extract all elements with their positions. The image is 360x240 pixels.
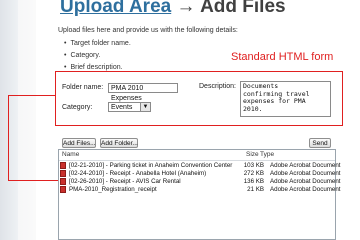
page-title: Upload Area → Add Files — [60, 0, 286, 18]
send-button[interactable]: Send — [309, 138, 331, 148]
requirement-item: Category. — [64, 50, 131, 62]
column-header-name[interactable]: Name — [62, 151, 79, 158]
category-label: Category: — [62, 104, 93, 111]
file-name: [02-21-2010] - Parking ticket in Anaheim… — [69, 162, 233, 169]
folder-name-label: Folder name: — [62, 84, 104, 91]
folder-name-input[interactable]: PMA 2010 Expenses — [108, 83, 178, 102]
header-divider — [59, 160, 335, 161]
add-files-button[interactable]: Add Files... — [62, 138, 96, 148]
file-type: Adobe Acrobat Document — [270, 170, 341, 177]
description-label: Description: — [199, 83, 236, 90]
chevron-down-icon[interactable]: ▼ — [140, 103, 150, 111]
file-name: [02-26-2010] - Receipt - AVIS Car Rental — [69, 178, 181, 185]
pdf-file-icon — [60, 178, 66, 185]
page-title-rest: → Add Files — [171, 0, 286, 17]
annotation-connector-top — [8, 95, 55, 96]
requirement-item: Target folder name. — [64, 38, 130, 50]
column-header-type[interactable]: Type — [260, 151, 274, 158]
file-name: PMA-2010_Registration_receipt — [69, 186, 157, 193]
file-size: 21 KB — [247, 186, 264, 193]
category-selected-value: Events — [111, 104, 133, 111]
file-size: 272 KB — [243, 170, 264, 177]
pdf-file-icon — [60, 186, 66, 193]
annotation-connector — [8, 95, 9, 180]
category-select[interactable]: Events ▼ — [108, 102, 151, 112]
description-line: 2010. — [243, 104, 263, 113]
file-type: Adobe Acrobat Document — [270, 186, 341, 193]
annotation-connector-bottom — [8, 180, 58, 181]
description-textarea[interactable]: Documents confirming travel expenses for… — [240, 81, 331, 117]
pdf-file-icon — [60, 170, 66, 177]
window-frame-edge — [0, 0, 18, 240]
pdf-file-icon — [60, 162, 66, 169]
file-name: [02-24-2010] - Receipt - Anabella Hotel … — [69, 170, 207, 177]
file-type: Adobe Acrobat Document — [270, 178, 341, 185]
file-size: 136 KB — [243, 178, 264, 185]
file-type: Adobe Acrobat Document — [270, 162, 341, 169]
intro-text: Upload files here and provide us with th… — [58, 27, 238, 34]
add-folder-button[interactable]: Add Folder... — [100, 138, 138, 148]
form-annotation-caption: Standard HTML form — [231, 51, 334, 63]
file-size: 103 KB — [243, 162, 264, 169]
requirements-list: Target folder name. Category. Brief desc… — [64, 38, 131, 74]
column-header-size[interactable]: Size — [246, 151, 259, 158]
upload-area-link[interactable]: Upload Area — [60, 0, 171, 17]
